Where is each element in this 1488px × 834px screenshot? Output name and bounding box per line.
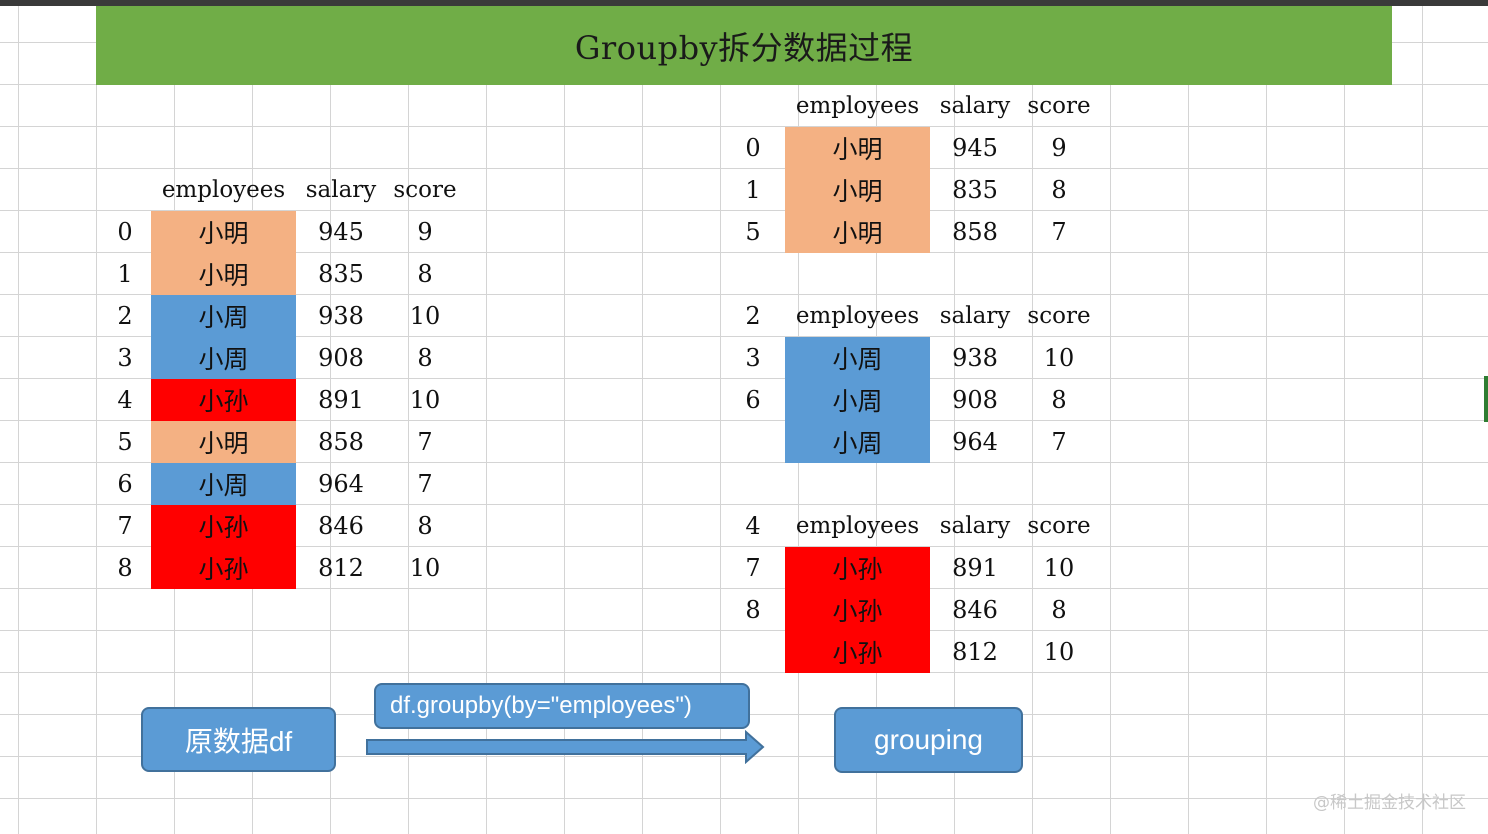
source-employee-cell: 小孙	[151, 379, 296, 421]
source-salary-cell: 858	[318, 428, 364, 456]
source-score-cell: 8	[417, 344, 433, 372]
group-score-cell: 10	[1043, 344, 1075, 372]
group-score-cell: 7	[1051, 428, 1067, 456]
group-header-score: score	[1027, 303, 1091, 329]
source-row-index: 1	[117, 260, 133, 288]
group-header-employees: employees	[795, 303, 920, 329]
source-salary-cell: 964	[318, 470, 364, 498]
source-salary-cell: 938	[318, 302, 364, 330]
source-row-index: 5	[117, 428, 133, 456]
source-employee-cell: 小周	[151, 295, 296, 337]
source-df-callout: 原数据df	[141, 707, 336, 772]
grouping-label: grouping	[874, 724, 983, 755]
source-score-cell: 10	[409, 554, 441, 582]
group-employee-cell: 小孙	[785, 589, 930, 631]
group-score-cell: 7	[1051, 218, 1067, 246]
group-score-cell: 10	[1043, 554, 1075, 582]
title-band: Groupby拆分数据过程	[96, 6, 1392, 85]
group-row-index: 2	[745, 302, 761, 330]
source-employee-cell: 小周	[151, 463, 296, 505]
group-salary-cell: 945	[952, 134, 998, 162]
group-salary-cell: 908	[952, 386, 998, 414]
source-employee-cell: 小孙	[151, 547, 296, 589]
source-row-index: 8	[117, 554, 133, 582]
arrow-right-icon	[366, 730, 765, 764]
source-salary-cell: 908	[318, 344, 364, 372]
source-salary-cell: 835	[318, 260, 364, 288]
group-employee-cell: 小周	[785, 379, 930, 421]
group-header-salary: salary	[939, 93, 1011, 119]
source-score-cell: 10	[409, 386, 441, 414]
group-employee-cell: 小明	[785, 211, 930, 253]
group-row-index: 8	[745, 596, 761, 624]
source-row-index: 0	[117, 218, 133, 246]
groupby-operation-callout: df.groupby(by="employees")	[374, 683, 750, 729]
group-header-score: score	[1027, 513, 1091, 539]
group-row-index: 3	[745, 344, 761, 372]
group-employee-cell: 小周	[785, 421, 930, 463]
source-employee-cell: 小明	[151, 211, 296, 253]
group-salary-cell: 938	[952, 344, 998, 372]
group-row-index: 1	[745, 176, 761, 204]
group-employee-cell: 小明	[785, 127, 930, 169]
source-score-cell: 7	[417, 428, 433, 456]
group-row-index: 5	[745, 218, 761, 246]
group-salary-cell: 812	[952, 638, 998, 666]
source-row-index: 2	[117, 302, 133, 330]
source-score-cell: 8	[417, 260, 433, 288]
group-salary-cell: 846	[952, 596, 998, 624]
source-row-index: 3	[117, 344, 133, 372]
group-salary-cell: 858	[952, 218, 998, 246]
source-df-label: 原数据df	[184, 725, 293, 757]
group-score-cell: 9	[1051, 134, 1067, 162]
source-salary-cell: 891	[318, 386, 364, 414]
group-score-cell: 10	[1043, 638, 1075, 666]
group-employee-cell: 小孙	[785, 631, 930, 673]
source-employee-cell: 小周	[151, 337, 296, 379]
group-row-index: 0	[745, 134, 761, 162]
source-employee-cell: 小明	[151, 253, 296, 295]
source-score-cell: 10	[409, 302, 441, 330]
source-header-score: score	[393, 177, 457, 203]
source-row-index: 4	[117, 386, 133, 414]
group-header-salary: salary	[939, 513, 1011, 539]
source-header-employees: employees	[161, 177, 286, 203]
source-employee-cell: 小明	[151, 421, 296, 463]
page-title: Groupby拆分数据过程	[574, 28, 914, 67]
grouping-callout: grouping	[834, 707, 1023, 773]
source-score-cell: 9	[417, 218, 433, 246]
group-score-cell: 8	[1051, 386, 1067, 414]
group-salary-cell: 835	[952, 176, 998, 204]
group-row-index: 4	[745, 512, 761, 540]
group-row-index: 6	[745, 386, 761, 414]
source-header-salary: salary	[305, 177, 377, 203]
source-row-index: 7	[117, 512, 133, 540]
group-employee-cell: 小明	[785, 169, 930, 211]
group-score-cell: 8	[1051, 596, 1067, 624]
source-employee-cell: 小孙	[151, 505, 296, 547]
source-score-cell: 7	[417, 470, 433, 498]
group-header-score: score	[1027, 93, 1091, 119]
source-salary-cell: 846	[318, 512, 364, 540]
group-employee-cell: 小孙	[785, 547, 930, 589]
group-salary-cell: 891	[952, 554, 998, 582]
source-row-index: 6	[117, 470, 133, 498]
group-row-index: 7	[745, 554, 761, 582]
group-header-salary: salary	[939, 303, 1011, 329]
group-score-cell: 8	[1051, 176, 1067, 204]
source-salary-cell: 812	[318, 554, 364, 582]
group-header-employees: employees	[795, 513, 920, 539]
source-salary-cell: 945	[318, 218, 364, 246]
scroll-marker	[1484, 376, 1488, 422]
group-header-employees: employees	[795, 93, 920, 119]
watermark: @稀土掘金技术社区	[1313, 793, 1466, 813]
group-salary-cell: 964	[952, 428, 998, 456]
groupby-operation-label: df.groupby(by="employees")	[390, 692, 692, 719]
source-score-cell: 8	[417, 512, 433, 540]
group-employee-cell: 小周	[785, 337, 930, 379]
